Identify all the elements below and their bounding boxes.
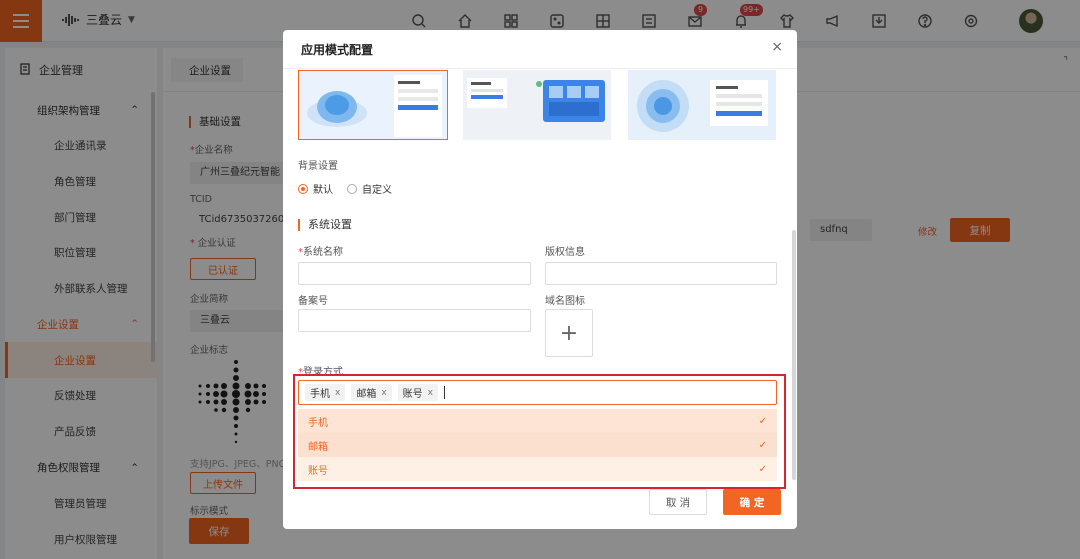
- option-label: 手机: [308, 417, 328, 429]
- tag-remove-icon[interactable]: x: [335, 388, 340, 398]
- system-name-input[interactable]: [298, 262, 531, 285]
- check-icon: ✓: [758, 415, 767, 427]
- bg-default-radio[interactable]: 默认: [298, 181, 333, 196]
- close-icon[interactable]: ×: [771, 39, 783, 55]
- dropdown-option-email[interactable]: 邮箱 ✓: [298, 433, 777, 457]
- theme-thumbnail-2[interactable]: [463, 70, 611, 140]
- radio-label: 默认: [313, 185, 333, 196]
- plus-icon: +: [559, 320, 579, 346]
- option-label: 邮箱: [308, 441, 328, 453]
- radio-checked-icon: [298, 183, 308, 194]
- text-cursor: [443, 386, 445, 399]
- system-name-label: *系统名称: [298, 247, 343, 258]
- login-method-dropdown: 手机 ✓ 邮箱 ✓ 账号 ✓: [298, 409, 777, 483]
- login-method-select[interactable]: 手机 x 邮箱 x 账号 x: [298, 380, 777, 405]
- record-number-input[interactable]: [298, 309, 531, 332]
- dialog-title: 应用模式配置: [301, 43, 374, 57]
- dropdown-option-phone[interactable]: 手机 ✓: [298, 409, 777, 433]
- tag-email: 邮箱 x: [351, 384, 392, 401]
- app-mode-config-dialog: 应用模式配置 × 背景设置 默认 自定义 系统设置 *系统名称 版权信息 备案号…: [283, 30, 797, 529]
- dialog-header-divider: [283, 68, 797, 69]
- copyright-label: 版权信息: [545, 247, 585, 258]
- dialog-scrollbar[interactable]: [792, 230, 796, 480]
- background-settings-label: 背景设置: [298, 161, 338, 172]
- tag-phone: 手机 x: [305, 384, 346, 401]
- confirm-button[interactable]: 确 定: [723, 489, 781, 515]
- section-system-settings: 系统设置: [298, 219, 352, 231]
- radio-label: 自定义: [362, 185, 392, 196]
- check-icon: ✓: [758, 439, 767, 451]
- option-label: 账号: [308, 465, 328, 477]
- bg-custom-radio[interactable]: 自定义: [347, 181, 392, 196]
- tag-label: 手机: [310, 389, 330, 400]
- domain-icon-upload[interactable]: +: [545, 309, 593, 357]
- domain-icon-label: 域名图标: [545, 296, 585, 307]
- tag-remove-icon[interactable]: x: [428, 388, 433, 398]
- tag-account: 账号 x: [397, 384, 438, 401]
- check-icon: ✓: [758, 463, 767, 475]
- theme-thumbnail-3[interactable]: [628, 70, 776, 140]
- dropdown-option-account[interactable]: 账号 ✓: [298, 457, 777, 481]
- copyright-input[interactable]: [545, 262, 777, 285]
- label-text: 系统名称: [303, 247, 343, 258]
- tag-remove-icon[interactable]: x: [381, 388, 386, 398]
- tag-label: 账号: [402, 389, 423, 400]
- record-number-label: 备案号: [298, 296, 328, 307]
- radio-unchecked-icon: [347, 183, 357, 194]
- cancel-button[interactable]: 取 消: [649, 489, 707, 515]
- theme-thumbnail-1[interactable]: [298, 70, 448, 140]
- tag-label: 邮箱: [356, 389, 377, 400]
